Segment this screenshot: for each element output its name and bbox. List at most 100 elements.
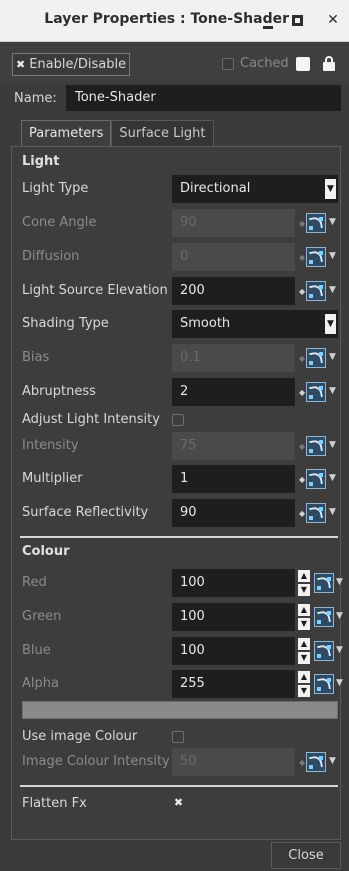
close-icon[interactable]: ✕ — [321, 8, 345, 32]
spin-down-icon[interactable]: ▼ — [298, 685, 310, 697]
spin-up-icon[interactable]: ▲ — [298, 570, 310, 582]
elevation-label: Light Source Elevation — [22, 283, 168, 298]
elevation-field[interactable]: 200 — [172, 277, 295, 305]
diffusion-row: Diffusion 0 ◆ ▼ — [22, 243, 338, 271]
slider-arrows-icon: ◆ — [299, 354, 306, 363]
adjust-intensity-label: Adjust Light Intensity — [22, 412, 160, 427]
enable-disable-label: Enable/Disable — [29, 57, 127, 72]
slider-arrows-icon[interactable]: ◆ — [299, 388, 305, 397]
abruptness-field[interactable]: 2 — [172, 378, 295, 406]
slider-arrows-icon: ◆ — [299, 758, 306, 767]
chevron-down-icon[interactable]: ▼ — [325, 179, 336, 199]
name-label: Name: — [14, 91, 57, 106]
green-spinner[interactable]: ▲ ▼ — [298, 604, 310, 630]
flatten-fx-checkbox[interactable]: ✖ — [172, 796, 185, 809]
function-curve-button[interactable] — [306, 382, 326, 402]
maximize-icon[interactable] — [292, 15, 303, 26]
intensity-field[interactable]: 75 — [172, 432, 295, 460]
close-button[interactable]: Close — [271, 842, 341, 869]
diffusion-field[interactable]: 0 — [172, 243, 295, 271]
light-type-select[interactable]: Directional ▼ — [172, 175, 338, 203]
blue-field[interactable]: 100 — [172, 637, 295, 665]
lock-icon[interactable] — [323, 56, 335, 72]
spin-down-icon[interactable]: ▼ — [298, 618, 310, 630]
tab-surface-light[interactable]: Surface Light — [111, 120, 214, 147]
adjust-intensity-checkbox[interactable] — [172, 414, 184, 426]
abruptness-label: Abruptness — [22, 384, 96, 399]
function-curve-button[interactable] — [306, 348, 326, 368]
spin-down-icon[interactable]: ▼ — [298, 652, 310, 664]
cone-angle-field[interactable]: 90 — [172, 209, 295, 237]
chevron-down-icon[interactable]: ▼ — [329, 217, 336, 227]
spin-up-icon[interactable]: ▲ — [298, 671, 310, 683]
bias-label: Bias — [22, 350, 50, 365]
chevron-down-icon[interactable]: ▼ — [329, 352, 336, 362]
red-field[interactable]: 100 — [172, 569, 295, 597]
chevron-down-icon[interactable]: ▼ — [336, 577, 343, 587]
function-curve-button[interactable] — [314, 641, 334, 661]
chevron-down-icon[interactable]: ▼ — [329, 285, 336, 295]
reflectivity-label: Surface Reflectivity — [22, 505, 149, 520]
use-image-colour-checkbox[interactable] — [172, 731, 184, 743]
function-curve-button[interactable] — [306, 247, 326, 267]
alpha-spinner[interactable]: ▲ ▼ — [298, 671, 310, 697]
chevron-down-icon[interactable]: ▼ — [336, 678, 343, 688]
chevron-down-icon[interactable]: ▼ — [329, 473, 336, 483]
function-curve-button[interactable] — [306, 281, 326, 301]
red-spinner[interactable]: ▲ ▼ — [298, 570, 310, 596]
function-curve-button[interactable] — [314, 674, 334, 694]
bias-row: Bias 0.1 ◆ ▼ — [22, 344, 338, 372]
separator — [20, 536, 338, 538]
image-colour-intensity-field[interactable]: 50 — [172, 748, 295, 776]
tab-parameters[interactable]: Parameters — [21, 120, 112, 147]
chevron-down-icon[interactable]: ▼ — [329, 386, 336, 396]
function-curve-button[interactable] — [306, 213, 326, 233]
spin-down-icon[interactable]: ▼ — [298, 584, 310, 596]
shading-type-select[interactable]: Smooth ▼ — [172, 310, 338, 338]
flatten-fx-label: Flatten Fx — [22, 796, 87, 811]
colour-swatch[interactable] — [22, 701, 338, 719]
chevron-down-icon[interactable]: ▼ — [329, 507, 336, 517]
slider-arrows-icon[interactable]: ◆ — [299, 475, 305, 484]
intensity-label: Intensity — [22, 438, 79, 453]
chevron-down-icon[interactable]: ▼ — [336, 645, 343, 655]
multiplier-field[interactable]: 1 — [172, 465, 295, 493]
function-curve-button[interactable] — [314, 607, 334, 627]
function-curve-button[interactable] — [314, 573, 334, 593]
multiplier-label: Multiplier — [22, 471, 83, 486]
red-row: Red 100 ▲ ▼ ▼ — [22, 569, 343, 597]
image-colour-intensity-label: Image Colour Intensity — [22, 754, 170, 769]
spin-up-icon[interactable]: ▲ — [298, 604, 310, 616]
parameters-panel: Light Light Type Directional ▼ Cone Angl… — [11, 146, 343, 840]
slider-arrows-icon[interactable]: ◆ — [299, 287, 305, 296]
blue-spinner[interactable]: ▲ ▼ — [298, 638, 310, 664]
shading-type-label: Shading Type — [22, 316, 109, 331]
chevron-down-icon[interactable]: ▼ — [329, 756, 336, 766]
function-curve-button[interactable] — [306, 469, 326, 489]
abruptness-row: Abruptness 2 ◆ ▼ — [22, 378, 338, 406]
slider-arrows-icon[interactable]: ◆ — [299, 509, 305, 518]
chevron-down-icon[interactable]: ▼ — [329, 251, 336, 261]
alpha-label: Alpha — [22, 676, 59, 691]
enable-disable-toggle[interactable]: ✖ Enable/Disable — [12, 53, 131, 76]
cached-label: Cached — [240, 56, 289, 71]
function-curve-button[interactable] — [306, 503, 326, 523]
minimize-icon[interactable] — [263, 26, 273, 29]
layer-color-swatch[interactable] — [296, 57, 310, 71]
tab-bar: Parameters Surface Light — [21, 120, 214, 147]
reflectivity-field[interactable]: 90 — [172, 499, 295, 527]
function-curve-button[interactable] — [306, 752, 326, 772]
chevron-down-icon[interactable]: ▼ — [336, 611, 343, 621]
alpha-field[interactable]: 255 — [172, 670, 295, 698]
cached-toggle[interactable]: Cached — [222, 56, 289, 71]
chevron-down-icon[interactable]: ▼ — [325, 314, 336, 334]
green-field[interactable]: 100 — [172, 603, 295, 631]
chevron-down-icon[interactable]: ▼ — [329, 440, 336, 450]
diffusion-label: Diffusion — [22, 249, 80, 264]
function-curve-button[interactable] — [306, 436, 326, 456]
name-field[interactable]: Tone-Shader — [66, 85, 341, 111]
cached-checkbox[interactable] — [222, 57, 234, 70]
bias-field[interactable]: 0.1 — [172, 344, 295, 372]
blue-label: Blue — [22, 643, 51, 658]
spin-up-icon[interactable]: ▲ — [298, 638, 310, 650]
